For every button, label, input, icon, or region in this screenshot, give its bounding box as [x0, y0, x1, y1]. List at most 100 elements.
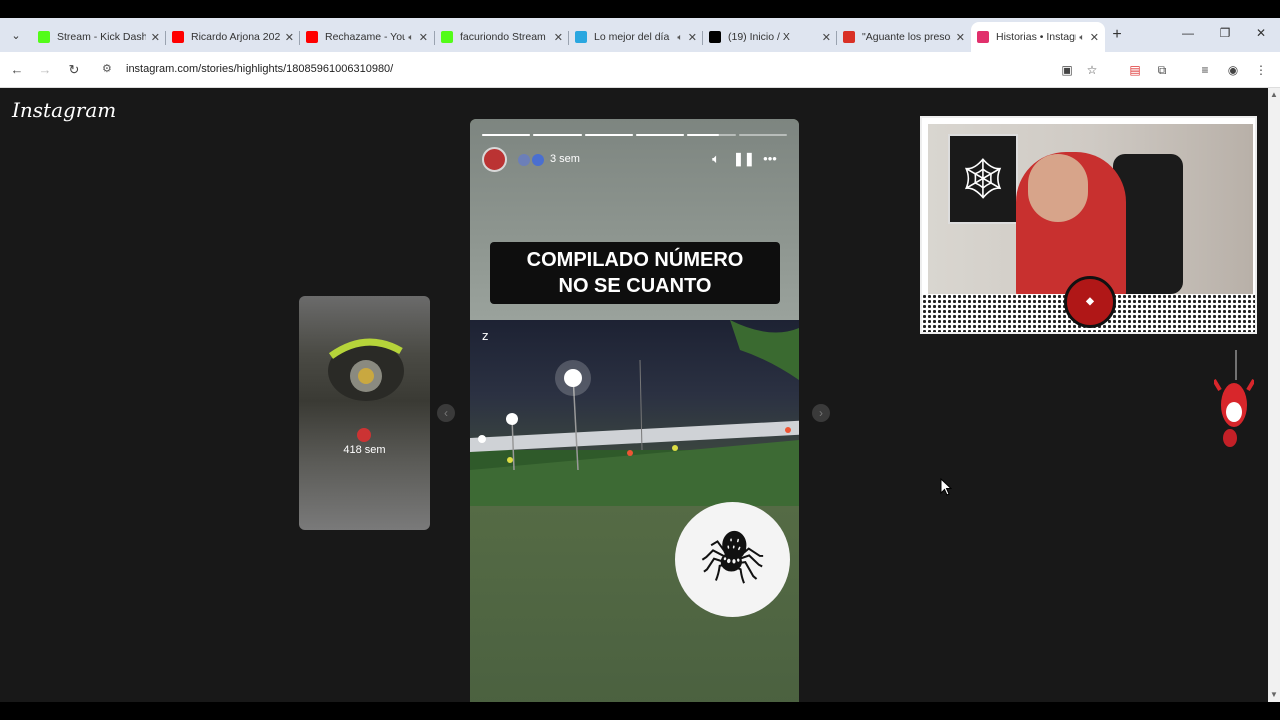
extensions-puzzle-icon[interactable]: ⧉ — [1153, 61, 1171, 79]
caption-line: COMPILADO NÚMERO — [526, 249, 744, 271]
close-tab-icon[interactable]: ✕ — [688, 31, 697, 44]
story-progress-segment — [636, 134, 685, 136]
story-progress-segment — [482, 134, 531, 136]
webcam-scene: 🕸 — [928, 124, 1253, 302]
more-options-icon[interactable]: ••• — [761, 151, 779, 166]
youtube-icon — [306, 31, 318, 43]
tab-bar: ⌄ Stream - Kick Dashboard✕Ricardo Arjona… — [0, 18, 1280, 52]
close-window-icon[interactable]: ✕ — [1251, 26, 1271, 40]
story-progress-segment — [533, 134, 582, 136]
instagram-logo[interactable]: Instagram — [12, 98, 116, 122]
menu-icon[interactable]: ⋮ — [1252, 61, 1270, 79]
address-bar[interactable]: instagram.com/stories/highlights/1808596… — [126, 63, 393, 75]
pause-icon[interactable]: ❚❚ — [733, 151, 755, 167]
browser-tab[interactable]: facuriondo Stream ✕ — [435, 24, 569, 50]
browser-tab[interactable]: Lo mejor del día 🔈︎ ✕ — [569, 24, 703, 50]
instagram-icon — [977, 31, 989, 43]
tab-separator — [434, 31, 435, 45]
tab-separator — [836, 31, 837, 45]
story-caption: COMPILADO NÚMERO NO SE CUANTO — [490, 242, 780, 304]
browser-tab[interactable]: Rechazame - YouTube🔈︎ ✕ — [300, 24, 434, 50]
previous-story-card[interactable]: 418 sem — [299, 296, 430, 530]
story-avatar[interactable] — [482, 147, 507, 172]
gmail-icon — [843, 31, 855, 43]
close-tab-icon[interactable]: ✕ — [151, 31, 160, 44]
minimize-icon[interactable]: — — [1178, 26, 1198, 40]
forward-button[interactable]: → — [36, 61, 54, 79]
back-button[interactable]: ← — [8, 61, 26, 79]
browser-tab[interactable]: "Aguante los presos" ✕ — [837, 24, 971, 50]
tab-separator — [568, 31, 569, 45]
streamer-head — [1028, 154, 1088, 222]
tab-title: (19) Inicio / X — [728, 31, 790, 43]
close-tab-icon[interactable]: ✕ — [419, 31, 428, 44]
tab-title: facuriondo Stream — [460, 31, 546, 43]
bookmark-star-icon[interactable]: ☆ — [1083, 61, 1101, 79]
youtube-icon — [172, 31, 184, 43]
tab-separator — [165, 31, 166, 45]
story-badge-icon — [532, 154, 544, 166]
story-time: 3 sem — [550, 153, 580, 165]
tab-audio-icon[interactable]: 🔈︎ — [677, 32, 682, 43]
tab-audio-icon[interactable]: 🔈︎ — [1079, 32, 1084, 43]
prev-story-time: 418 sem — [343, 444, 386, 456]
active-story[interactable]: 3 sem 🔈︎ ❚❚ ••• COMPILADO NÚMERO NO SE C… — [470, 119, 799, 702]
restore-icon[interactable]: ❐ — [1215, 26, 1235, 40]
close-tab-icon[interactable]: ✕ — [285, 31, 294, 44]
close-tab-icon[interactable]: ✕ — [554, 31, 563, 44]
tab-title: Historias • Instagram — [996, 31, 1076, 43]
spiderman-poster: 🕸 — [948, 134, 1018, 224]
new-tab-button[interactable]: + — [1108, 25, 1126, 45]
streamer-webcam-overlay: 🕸 ◆ — [920, 116, 1257, 334]
page-content: Instagram 418 sem ‹ › 3 sem 🔈︎ ❚❚ ••• CO… — [0, 88, 1268, 702]
tab-separator — [702, 31, 703, 45]
spider-sticker[interactable]: 🕷 — [675, 502, 790, 617]
scroll-down-icon[interactable]: ▼ — [1270, 690, 1278, 699]
caption-line: NO SE CUANTO — [558, 275, 712, 297]
browser-tab[interactable]: Historias • Instagram🔈︎ ✕ — [971, 22, 1105, 52]
close-tab-icon[interactable]: ✕ — [956, 31, 965, 44]
page-scrollbar[interactable]: ▲ ▼ — [1268, 88, 1280, 702]
story-field-photo: z — [470, 320, 799, 506]
story-badge-icon — [518, 154, 530, 166]
browser-tab[interactable]: Stream - Kick Dashboard ✕ — [32, 24, 166, 50]
close-tab-icon[interactable]: ✕ — [1090, 31, 1099, 44]
prev-story-arrow-icon[interactable]: ‹ — [437, 404, 455, 422]
tab-title: "Aguante los presos" — [862, 31, 951, 43]
browser-tab[interactable]: (19) Inicio / X ✕ — [703, 24, 837, 50]
browser-window: ⌄ Stream - Kick Dashboard✕Ricardo Arjona… — [0, 18, 1280, 702]
next-story-arrow-icon[interactable]: › — [812, 404, 830, 422]
mouse-cursor-icon — [940, 478, 952, 496]
story-progress-segment — [738, 134, 787, 136]
tab-title: Ricardo Arjona 2024 — [191, 31, 280, 43]
extension-icon[interactable]: ▤ — [1126, 61, 1144, 79]
story-progress-segment — [584, 134, 633, 136]
volume-icon[interactable]: 🔈︎ — [707, 151, 725, 167]
tab-title: Lo mejor del día — [594, 31, 670, 43]
spiderman-decoration — [1214, 350, 1254, 447]
site-info-icon[interactable]: ⚙ — [102, 62, 112, 75]
d-icon — [575, 31, 587, 43]
cast-icon[interactable]: ▣ — [1058, 61, 1076, 79]
tab-audio-icon[interactable]: 🔈︎ — [408, 32, 413, 43]
x-icon — [709, 31, 721, 43]
browser-tab[interactable]: Ricardo Arjona 2024 ✕ — [166, 24, 300, 50]
close-tab-icon[interactable]: ✕ — [822, 31, 831, 44]
tab-title: Stream - Kick Dashboard — [57, 31, 146, 43]
reload-button[interactable]: ↻ — [65, 61, 83, 79]
browser-toolbar: ← → ↻ ⚙ instagram.com/stories/highlights… — [0, 52, 1280, 88]
profile-icon[interactable]: ◉ — [1224, 61, 1242, 79]
tab-search-icon[interactable]: ⌄ — [6, 26, 26, 46]
scroll-up-icon[interactable]: ▲ — [1270, 90, 1278, 99]
svg-text:z: z — [482, 329, 488, 343]
prev-story-avatar — [357, 428, 371, 442]
prev-story-image — [328, 338, 404, 401]
media-control-icon[interactable]: ≡ — [1196, 61, 1214, 79]
story-progress-segment — [687, 134, 736, 136]
tab-title: Rechazame - YouTube — [325, 31, 406, 43]
tab-separator — [299, 31, 300, 45]
streamer-logo: ◆ — [1064, 276, 1116, 328]
bottom-bar — [0, 702, 1280, 720]
kick-icon — [441, 31, 453, 43]
kick-icon — [38, 31, 50, 43]
